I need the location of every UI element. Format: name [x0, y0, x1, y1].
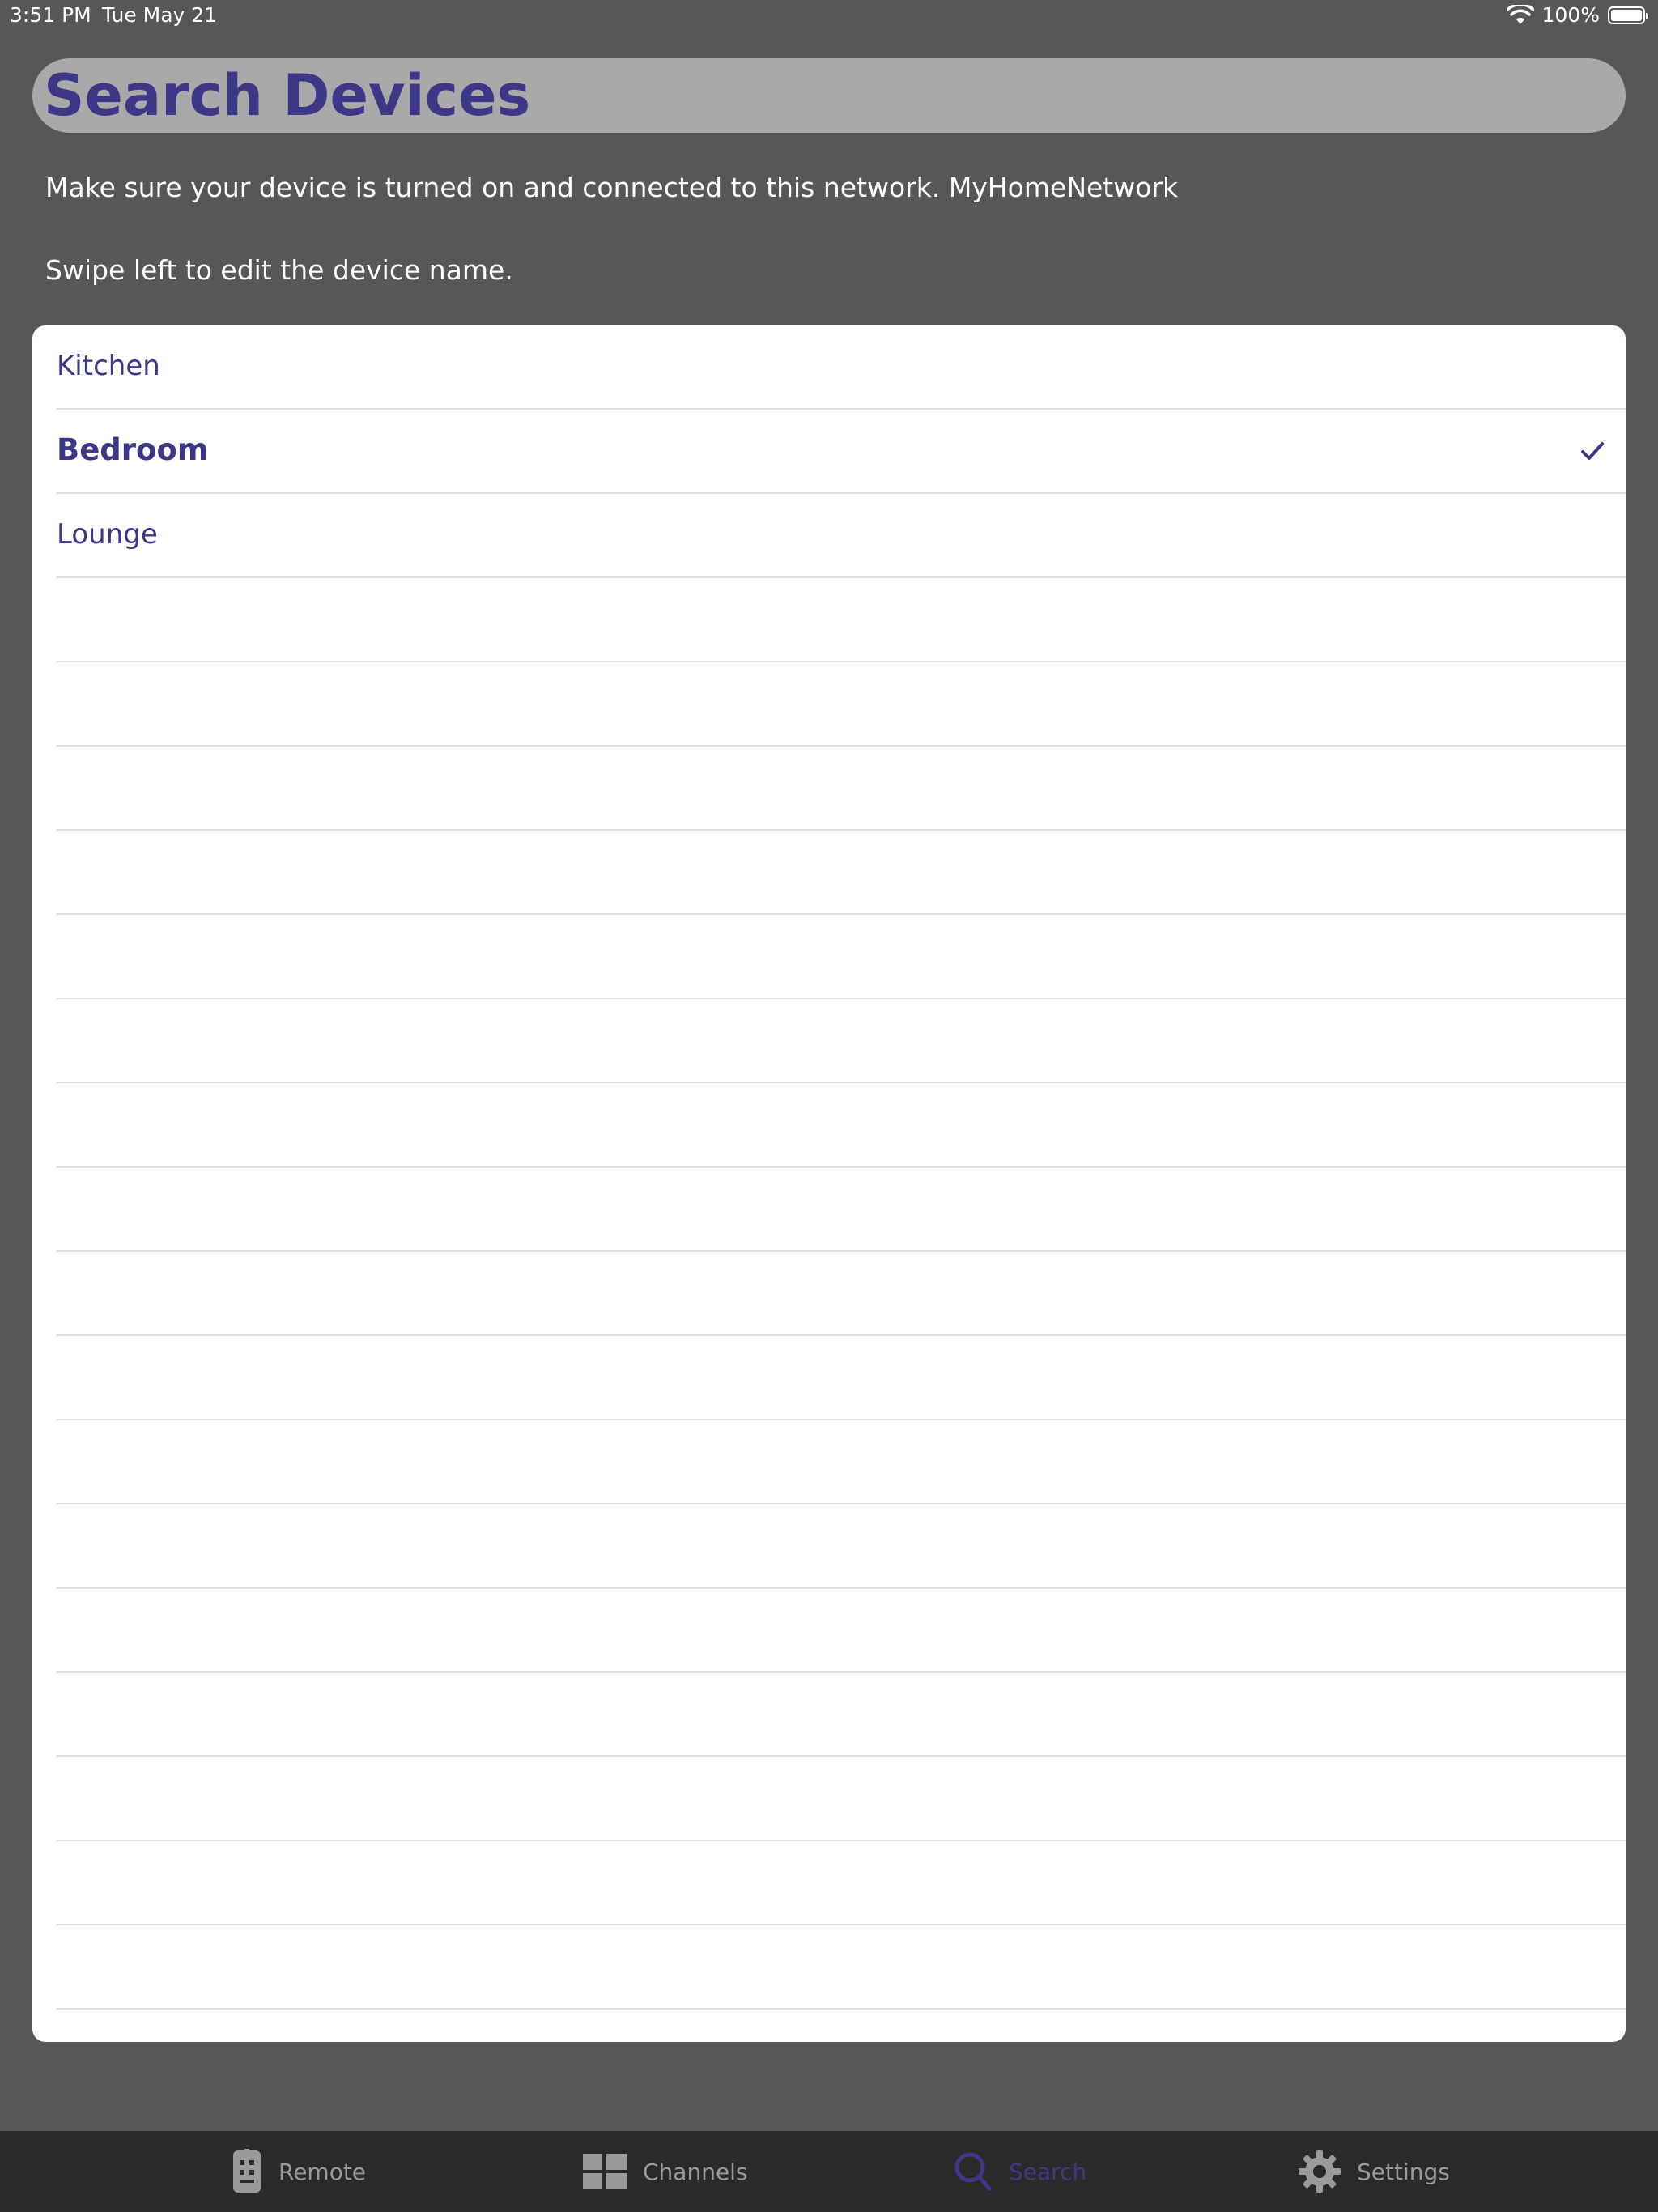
status-bar: 3:51 PM Tue May 21 100%: [0, 0, 1658, 36]
empty-row: [57, 831, 1626, 915]
status-time: 3:51 PM: [10, 3, 91, 27]
empty-row: [57, 1673, 1626, 1757]
battery-icon: [1608, 6, 1648, 24]
empty-row: [57, 1757, 1626, 1841]
device-row-lounge[interactable]: Lounge: [57, 494, 1626, 578]
empty-row: [57, 1504, 1626, 1589]
network-message: Make sure your device is turned on and c…: [45, 172, 1179, 203]
empty-row: [57, 1925, 1626, 2010]
empty-row: [57, 1336, 1626, 1420]
battery-percent: 100%: [1541, 3, 1600, 27]
empty-row: [57, 1168, 1626, 1252]
title-bar: Search Devices: [32, 58, 1626, 133]
tab-search[interactable]: Search: [954, 2131, 1086, 2212]
tab-label: Remote: [278, 2158, 367, 2185]
empty-row: [57, 578, 1626, 662]
device-label: Kitchen: [57, 350, 160, 382]
tab-settings[interactable]: Settings: [1299, 2131, 1450, 2212]
tab-label: Search: [1009, 2158, 1087, 2185]
tab-bar: Remote Channels Search Settings: [0, 2131, 1658, 2212]
tab-label: Channels: [643, 2158, 748, 2185]
empty-row: [57, 999, 1626, 1083]
empty-row: [57, 747, 1626, 831]
tab-label: Settings: [1357, 2158, 1450, 2185]
wifi-icon: [1506, 4, 1534, 24]
tab-remote[interactable]: Remote: [232, 2131, 366, 2212]
device-row-bedroom[interactable]: Bedroom: [57, 410, 1626, 494]
swipe-hint: Swipe left to edit the device name.: [45, 254, 513, 286]
empty-row: [57, 915, 1626, 999]
status-date: Tue May 21: [102, 3, 218, 27]
device-label: Bedroom: [57, 432, 209, 467]
empty-row: [57, 1841, 1626, 1925]
empty-row: [57, 662, 1626, 747]
device-label: Lounge: [57, 518, 158, 551]
empty-row: [57, 1083, 1626, 1168]
empty-row: [57, 1420, 1626, 1504]
tab-channels[interactable]: Channels: [583, 2131, 748, 2212]
device-list[interactable]: Kitchen Bedroom Lounge: [32, 325, 1626, 2042]
page-title: Search Devices: [44, 62, 531, 129]
empty-row: [57, 1589, 1626, 1673]
remote-icon: [233, 2149, 261, 2193]
device-row-kitchen[interactable]: Kitchen: [57, 325, 1626, 410]
search-icon: [954, 2152, 992, 2191]
grid-icon: [583, 2154, 627, 2189]
status-indicators: 100%: [1506, 3, 1648, 27]
empty-row: [57, 1252, 1626, 1336]
checkmark-icon: [1581, 442, 1604, 460]
gear-icon: [1299, 2150, 1341, 2193]
